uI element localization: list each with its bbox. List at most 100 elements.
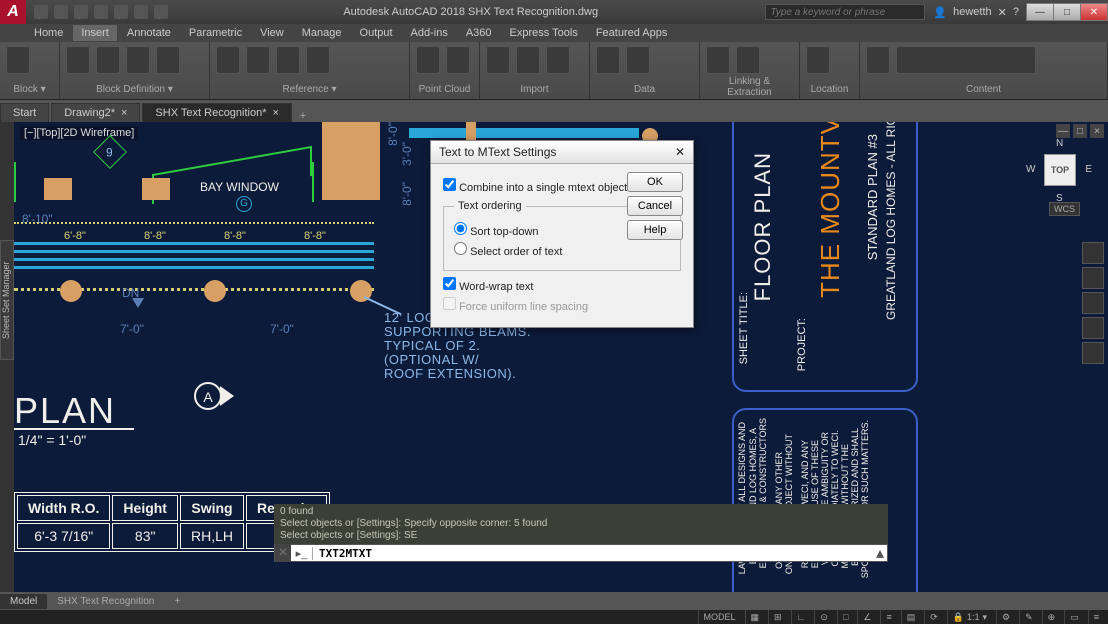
status-cycling-icon[interactable]: ⟳ bbox=[924, 610, 943, 624]
close-icon[interactable]: × bbox=[273, 107, 279, 119]
ribbon-btn[interactable] bbox=[736, 46, 760, 74]
status-lwt-icon[interactable]: ≡ bbox=[880, 610, 896, 624]
doc-tab-shx[interactable]: SHX Text Recognition*× bbox=[142, 103, 292, 122]
maximize-button[interactable]: □ bbox=[1053, 3, 1081, 21]
tab-featured[interactable]: Featured Apps bbox=[588, 25, 676, 41]
select-order-option[interactable]: Select order of text bbox=[454, 242, 670, 258]
ribbon-btn[interactable] bbox=[246, 46, 270, 74]
ok-button[interactable]: OK bbox=[627, 172, 683, 192]
status-osnap-icon[interactable]: □ bbox=[837, 610, 853, 624]
status-cleanscreen-icon[interactable]: ▭ bbox=[1064, 610, 1084, 624]
qat-button[interactable] bbox=[34, 5, 48, 19]
close-icon[interactable]: × bbox=[121, 107, 127, 119]
ribbon-btn[interactable] bbox=[96, 46, 120, 74]
wrap-checkbox[interactable] bbox=[443, 277, 456, 290]
exchange-icon[interactable]: ✕ bbox=[998, 6, 1007, 19]
select-radio[interactable] bbox=[454, 242, 467, 255]
combine-checkbox[interactable] bbox=[443, 178, 456, 191]
nav-wheel-icon[interactable] bbox=[1082, 242, 1104, 264]
ribbon-btn[interactable] bbox=[866, 46, 890, 74]
tab-home[interactable]: Home bbox=[26, 25, 71, 41]
view-cube[interactable]: N S E W TOP bbox=[1032, 142, 1088, 198]
help-button[interactable]: Help bbox=[627, 220, 683, 240]
minimize-button[interactable]: — bbox=[1026, 3, 1054, 21]
ribbon-btn[interactable] bbox=[626, 46, 650, 74]
nav-pan-icon[interactable] bbox=[1082, 267, 1104, 289]
tab-addins[interactable]: Add-ins bbox=[403, 25, 456, 41]
ribbon-btn[interactable] bbox=[896, 46, 1036, 74]
tab-manage[interactable]: Manage bbox=[294, 25, 350, 41]
tab-express[interactable]: Express Tools bbox=[502, 25, 586, 41]
qat-button[interactable] bbox=[134, 5, 148, 19]
ribbon-btn[interactable] bbox=[6, 46, 30, 74]
dialog-title-bar[interactable]: Text to MText Settings ✕ bbox=[431, 141, 693, 164]
status-snap-icon[interactable]: ⊞ bbox=[768, 610, 787, 624]
ribbon-btn[interactable] bbox=[276, 46, 300, 74]
ribbon-btn[interactable] bbox=[126, 46, 150, 74]
ribbon-btn[interactable] bbox=[706, 46, 730, 74]
vp-close-icon[interactable]: × bbox=[1090, 124, 1104, 138]
ribbon-btn[interactable] bbox=[516, 46, 540, 74]
ribbon-btn[interactable] bbox=[66, 46, 90, 74]
qat-button[interactable] bbox=[154, 5, 168, 19]
tab-annotate[interactable]: Annotate bbox=[119, 25, 179, 41]
status-annotation-icon[interactable]: ✎ bbox=[1019, 610, 1038, 624]
tab-a360[interactable]: A360 bbox=[458, 25, 500, 41]
layout-tab-shx[interactable]: SHX Text Recognition bbox=[47, 594, 164, 609]
dialog-close-icon[interactable]: ✕ bbox=[675, 145, 685, 159]
doc-tab-start[interactable]: Start bbox=[0, 103, 49, 122]
cube-face[interactable]: TOP bbox=[1044, 154, 1076, 186]
status-ortho-icon[interactable]: ∟ bbox=[791, 610, 811, 624]
ribbon-btn[interactable] bbox=[546, 46, 570, 74]
wcs-label[interactable]: WCS bbox=[1049, 202, 1080, 216]
vp-min-icon[interactable]: — bbox=[1056, 124, 1070, 138]
tab-output[interactable]: Output bbox=[352, 25, 401, 41]
qat-button[interactable] bbox=[94, 5, 108, 19]
ribbon-btn[interactable] bbox=[216, 46, 240, 74]
nav-showmotion-icon[interactable] bbox=[1082, 342, 1104, 364]
qat-button[interactable] bbox=[74, 5, 88, 19]
help-icon[interactable]: ? bbox=[1013, 6, 1019, 18]
viewport-label[interactable]: [−][Top][2D Wireframe] bbox=[20, 126, 138, 140]
ribbon-btn[interactable] bbox=[596, 46, 620, 74]
ribbon-btn[interactable] bbox=[416, 46, 440, 74]
command-line[interactable]: × ▸_ ▴ bbox=[274, 544, 888, 562]
ribbon-btn[interactable] bbox=[446, 46, 470, 74]
command-input[interactable] bbox=[313, 547, 873, 560]
ribbon-btn[interactable] bbox=[156, 46, 180, 74]
tab-parametric[interactable]: Parametric bbox=[181, 25, 250, 41]
app-logo[interactable]: A bbox=[0, 0, 26, 24]
status-workspace-icon[interactable]: ⊕ bbox=[1042, 610, 1061, 624]
close-button[interactable]: ✕ bbox=[1080, 3, 1108, 21]
new-layout-button[interactable]: + bbox=[164, 594, 184, 609]
sort-radio[interactable] bbox=[454, 222, 467, 235]
status-otrack-icon[interactable]: ∠ bbox=[857, 610, 876, 624]
qat-button[interactable] bbox=[114, 5, 128, 19]
status-scale[interactable]: 🔒 1:1 ▾ bbox=[947, 610, 992, 624]
qat-button[interactable] bbox=[54, 5, 68, 19]
status-transparency-icon[interactable]: ▤ bbox=[901, 610, 921, 624]
layout-tab-model[interactable]: Model bbox=[0, 594, 47, 609]
tab-view[interactable]: View bbox=[252, 25, 292, 41]
tab-insert[interactable]: Insert bbox=[73, 25, 117, 41]
status-gear-icon[interactable]: ⚙ bbox=[996, 610, 1015, 624]
status-grid-icon[interactable]: ▦ bbox=[745, 610, 765, 624]
cmd-close-icon[interactable]: × bbox=[275, 544, 291, 562]
vp-max-icon[interactable]: □ bbox=[1073, 124, 1087, 138]
cancel-button[interactable]: Cancel bbox=[627, 196, 683, 216]
ribbon-btn[interactable] bbox=[306, 46, 330, 74]
word-wrap-option[interactable]: Word-wrap text bbox=[443, 277, 681, 293]
ribbon-btn[interactable] bbox=[806, 46, 830, 74]
nav-orbit-icon[interactable] bbox=[1082, 317, 1104, 339]
status-customize-icon[interactable]: ≡ bbox=[1088, 610, 1104, 624]
ribbon-btn[interactable] bbox=[486, 46, 510, 74]
nav-zoom-icon[interactable] bbox=[1082, 292, 1104, 314]
status-polar-icon[interactable]: ⊙ bbox=[814, 610, 833, 624]
new-doc-button[interactable]: + bbox=[294, 110, 312, 122]
doc-tab-drawing2[interactable]: Drawing2*× bbox=[51, 103, 140, 122]
user-area[interactable]: 👤 hewetth ✕ ? bbox=[925, 6, 1027, 19]
sheet-set-manager-tab[interactable]: Sheet Set Manager bbox=[0, 240, 14, 360]
cmd-menu-icon[interactable]: ▴ bbox=[873, 543, 887, 563]
help-search[interactable] bbox=[765, 4, 925, 20]
status-model[interactable]: MODEL bbox=[698, 610, 741, 624]
